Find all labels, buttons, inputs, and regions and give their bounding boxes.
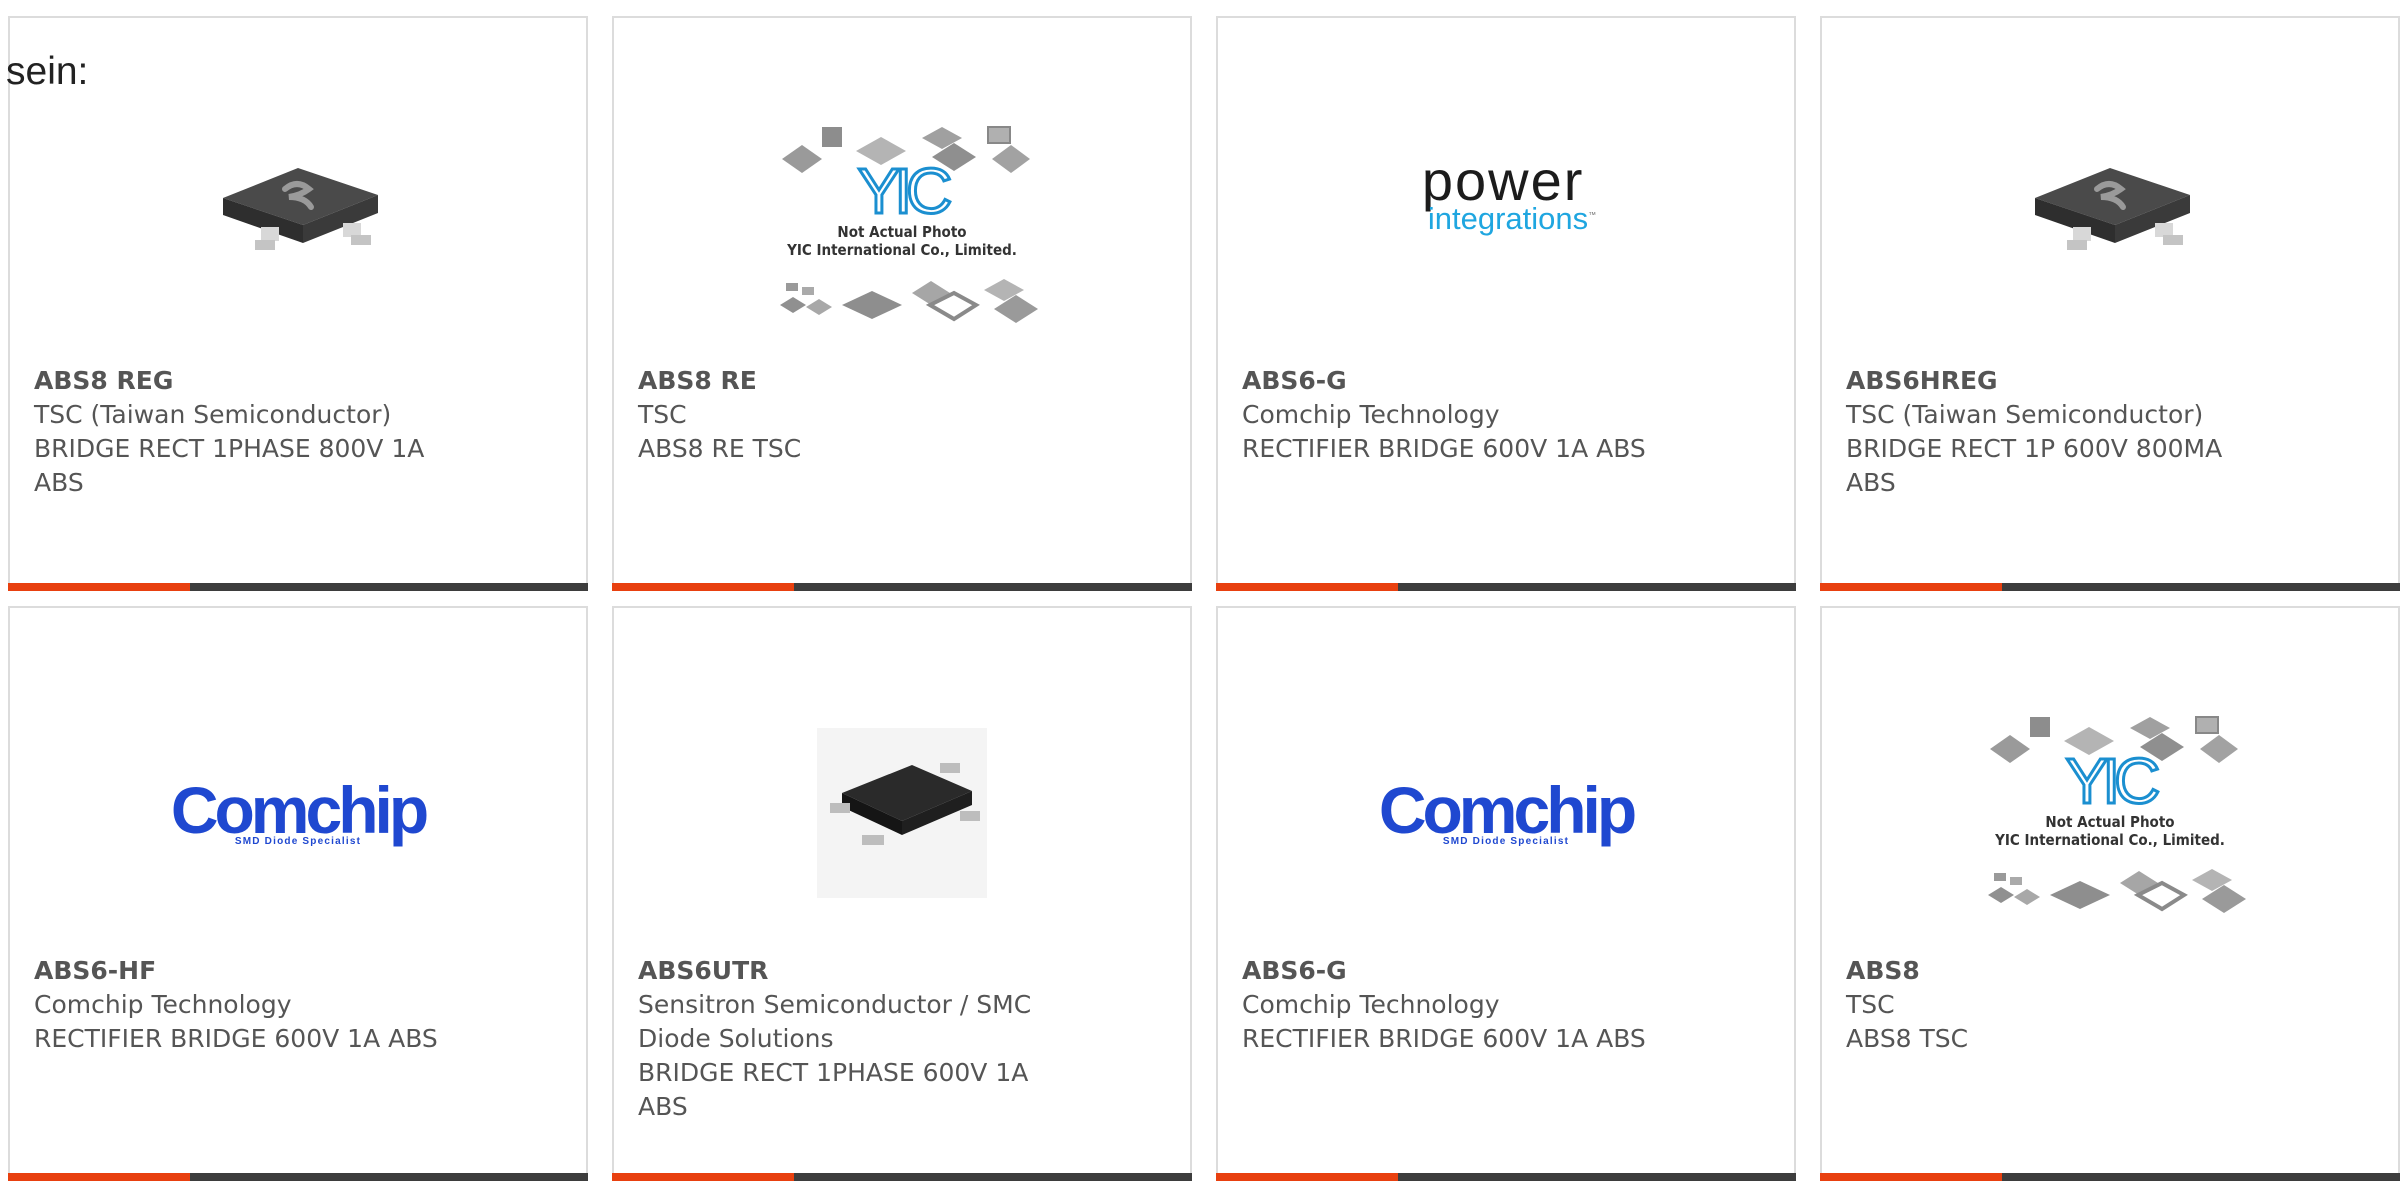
product-image: Comchip SMD Diode Specialist bbox=[1218, 668, 1794, 958]
product-image: YIC Not Actual Photo YIC International Co… bbox=[614, 78, 1190, 368]
manufacturer: Comchip Technology bbox=[34, 990, 292, 1019]
manufacturer: Comchip Technology bbox=[1242, 400, 1500, 429]
intro-text: sein: bbox=[6, 50, 89, 93]
description: RECTIFIER BRIDGE 600V 1A ABS bbox=[1242, 434, 1646, 463]
manufacturer: TSC (Taiwan Semiconductor) bbox=[34, 400, 392, 429]
card-bottom-bar bbox=[1820, 583, 2400, 591]
part-number[interactable]: ABS8 REG bbox=[34, 364, 454, 398]
product-image bbox=[614, 668, 1190, 958]
bridge-rectifier-photo bbox=[2035, 168, 2190, 250]
card-accent-bar bbox=[1216, 1173, 1398, 1181]
product-image: power integrations™ bbox=[1218, 48, 1794, 338]
comchip-logo: Comchip SMD Diode Specialist bbox=[170, 772, 429, 847]
part-number[interactable]: ABS8 RE bbox=[638, 364, 1058, 398]
part-number[interactable]: ABS6-G bbox=[1242, 364, 1662, 398]
description: ABS8 RE TSC bbox=[638, 434, 802, 463]
product-image: YIC Not Actual Photo YIC International Co… bbox=[1822, 668, 2398, 958]
part-number[interactable]: ABS6-G bbox=[1242, 954, 1662, 988]
description: RECTIFIER BRIDGE 600V 1A ABS bbox=[34, 1024, 438, 1053]
description: ABS8 TSC bbox=[1846, 1024, 1969, 1053]
product-info: ABS6-G Comchip Technology RECTIFIER BRID… bbox=[1242, 954, 1662, 1056]
description: RECTIFIER BRIDGE 600V 1A ABS bbox=[1242, 1024, 1646, 1053]
product-image: Comchip SMD Diode Specialist bbox=[10, 668, 586, 958]
manufacturer: TSC bbox=[638, 400, 687, 429]
card-bottom-bar bbox=[1216, 1173, 1796, 1181]
card-accent-bar bbox=[1216, 583, 1398, 591]
card-accent-bar bbox=[8, 1173, 190, 1181]
description: BRIDGE RECT 1PHASE 600V 1A ABS bbox=[638, 1058, 1029, 1121]
product-info: ABS6-HF Comchip Technology RECTIFIER BRI… bbox=[34, 954, 454, 1056]
bridge-rectifier-photo bbox=[223, 168, 378, 250]
product-card-5[interactable]: Comchip SMD Diode Specialist ABS6-HF Com… bbox=[8, 606, 588, 1181]
product-info: ABS8 TSC ABS8 TSC bbox=[1846, 954, 2266, 1056]
part-number[interactable]: ABS6UTR bbox=[638, 954, 1058, 988]
svg-text:YIC: YIC bbox=[858, 161, 950, 223]
comchip-logo: Comchip SMD Diode Specialist bbox=[1378, 772, 1637, 847]
product-info: ABS8 RE TSC ABS8 RE TSC bbox=[638, 364, 1058, 466]
description: BRIDGE RECT 1PHASE 800V 1A ABS bbox=[34, 434, 425, 497]
card-accent-bar bbox=[612, 1173, 794, 1181]
card-bottom-bar bbox=[8, 583, 588, 591]
product-card-8[interactable]: YIC Not Actual Photo YIC International Co… bbox=[1820, 606, 2400, 1181]
product-info: ABS6UTR Sensitron Semiconductor / SMC Di… bbox=[638, 954, 1058, 1124]
card-bottom-bar bbox=[1216, 583, 1796, 591]
card-bottom-bar bbox=[612, 1173, 1192, 1181]
product-card-4[interactable]: ABS6HREG TSC (Taiwan Semiconductor) BRID… bbox=[1820, 16, 2400, 591]
black-ic-photo bbox=[817, 728, 987, 898]
card-accent-bar bbox=[1820, 1173, 2002, 1181]
manufacturer: Comchip Technology bbox=[1242, 990, 1500, 1019]
product-card-3[interactable]: power integrations™ ABS6-G Comchip Techn… bbox=[1216, 16, 1796, 591]
manufacturer: Sensitron Semiconductor / SMC Diode Solu… bbox=[638, 990, 1032, 1053]
product-card-6[interactable]: ABS6UTR Sensitron Semiconductor / SMC Di… bbox=[612, 606, 1192, 1181]
product-card-1[interactable]: ABS8 REG TSC (Taiwan Semiconductor) BRID… bbox=[8, 16, 588, 591]
card-bottom-bar bbox=[8, 1173, 588, 1181]
yic-not-actual-photo: YIC Not Actual Photo YIC International Co… bbox=[1970, 707, 2250, 919]
part-number[interactable]: ABS6-HF bbox=[34, 954, 454, 988]
product-card-2[interactable]: YIC Not Actual Photo YIC International Co… bbox=[612, 16, 1192, 591]
product-info: ABS6-G Comchip Technology RECTIFIER BRID… bbox=[1242, 364, 1662, 466]
card-accent-bar bbox=[1820, 583, 2002, 591]
part-number[interactable]: ABS8 bbox=[1846, 954, 2266, 988]
svg-text:YIC: YIC bbox=[2066, 751, 2158, 813]
part-number[interactable]: ABS6HREG bbox=[1846, 364, 2266, 398]
manufacturer: TSC bbox=[1846, 990, 1895, 1019]
product-info: ABS6HREG TSC (Taiwan Semiconductor) BRID… bbox=[1846, 364, 2266, 500]
yic-not-actual-photo: YIC Not Actual Photo YIC International Co… bbox=[762, 117, 1042, 329]
product-image bbox=[10, 58, 586, 348]
power-integrations-logo: power integrations™ bbox=[1421, 148, 1597, 236]
product-image bbox=[1822, 58, 2398, 348]
description: BRIDGE RECT 1P 600V 800MA ABS bbox=[1846, 434, 2223, 497]
product-info: ABS8 REG TSC (Taiwan Semiconductor) BRID… bbox=[34, 364, 454, 500]
card-bottom-bar bbox=[612, 583, 1192, 591]
card-accent-bar bbox=[8, 583, 190, 591]
card-accent-bar bbox=[612, 583, 794, 591]
card-bottom-bar bbox=[1820, 1173, 2400, 1181]
manufacturer: TSC (Taiwan Semiconductor) bbox=[1846, 400, 2204, 429]
product-card-7[interactable]: Comchip SMD Diode Specialist ABS6-G Comc… bbox=[1216, 606, 1796, 1181]
